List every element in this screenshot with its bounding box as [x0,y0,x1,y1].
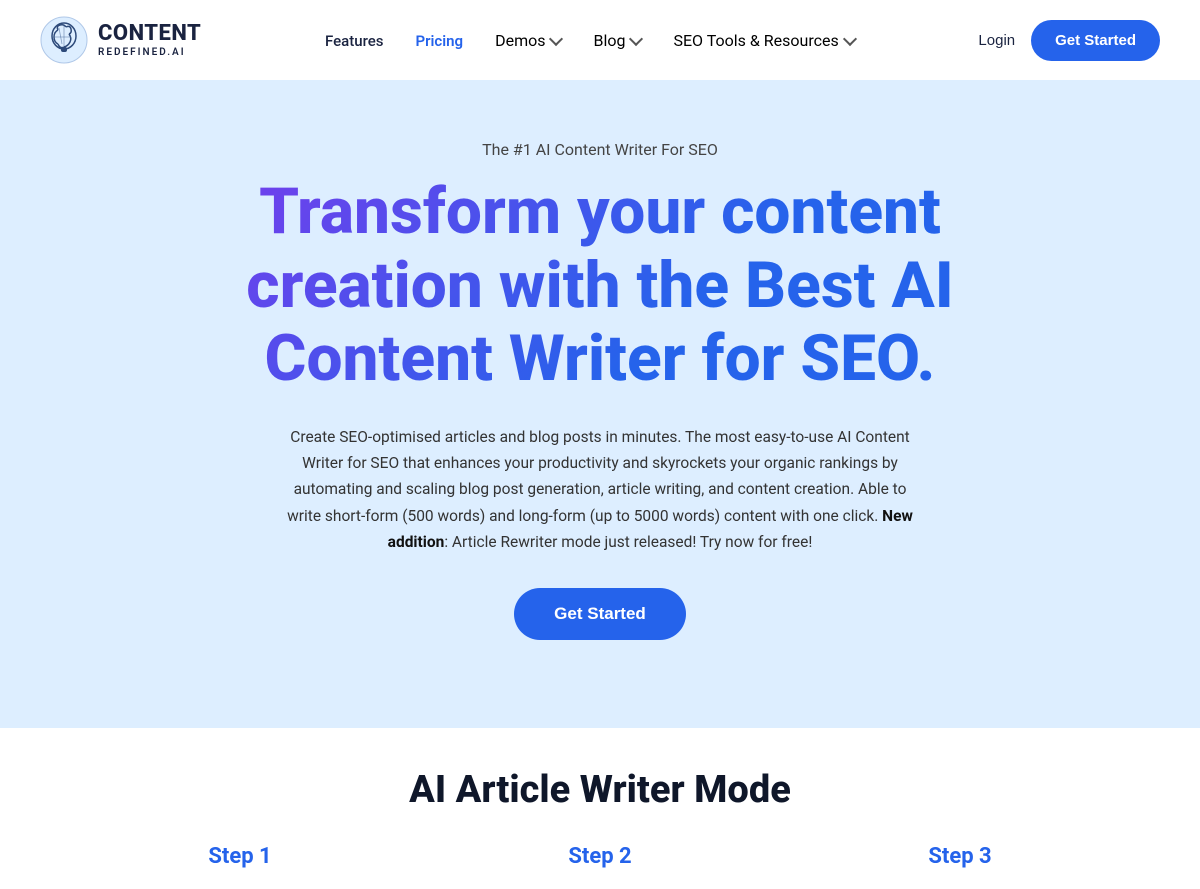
logo-tagline: REDEFINED.AI [98,47,201,58]
step-1-label: Step 1 [208,844,271,869]
nav-item-seo[interactable]: SEO Tools & Resources [673,31,854,50]
nav-right: Login Get Started [978,20,1160,61]
nav-link-demos[interactable]: Demos [495,31,561,50]
steps-row: Step 1 Step 2 Step 3 [40,844,1160,869]
nav-item-blog[interactable]: Blog [593,31,641,50]
step-1: Step 1 [60,844,420,869]
hero-new-addition-text: : Article Rewriter mode just released! T… [444,533,812,551]
nav-item-features[interactable]: Features [325,31,383,50]
nav-item-pricing[interactable]: Pricing [416,31,464,50]
step-2-label: Step 2 [568,844,631,869]
step-2: Step 2 [420,844,780,869]
logo[interactable]: CONTENT REDEFINED.AI [40,16,201,64]
nav-link-seo[interactable]: SEO Tools & Resources [673,31,854,50]
logo-text: CONTENT REDEFINED.AI [98,22,201,57]
chevron-down-icon [629,32,643,46]
step-3: Step 3 [780,844,1140,869]
logo-brand: CONTENT [98,22,201,46]
article-writer-section: AI Article Writer Mode Step 1 Step 2 Ste… [0,728,1200,889]
get-started-hero-button[interactable]: Get Started [514,588,686,640]
chevron-down-icon [549,32,563,46]
hero-section: The #1 AI Content Writer For SEO Transfo… [0,80,1200,728]
hero-title: Transform your content creation with the… [150,175,1050,396]
login-button[interactable]: Login [978,32,1015,49]
hero-description: Create SEO-optimised articles and blog p… [280,424,920,556]
step-3-label: Step 3 [928,844,991,869]
navbar: CONTENT REDEFINED.AI Features Pricing De… [0,0,1200,80]
chevron-down-icon [843,32,857,46]
logo-icon [40,16,88,64]
nav-item-demos[interactable]: Demos [495,31,561,50]
nav-link-pricing[interactable]: Pricing [416,32,464,50]
get-started-nav-button[interactable]: Get Started [1031,20,1160,61]
nav-links: Features Pricing Demos Blog SEO Tools & … [325,31,855,50]
article-writer-title: AI Article Writer Mode [40,768,1160,812]
hero-subtitle: The #1 AI Content Writer For SEO [40,140,1160,159]
nav-link-blog[interactable]: Blog [593,31,641,50]
nav-link-features[interactable]: Features [325,32,383,50]
